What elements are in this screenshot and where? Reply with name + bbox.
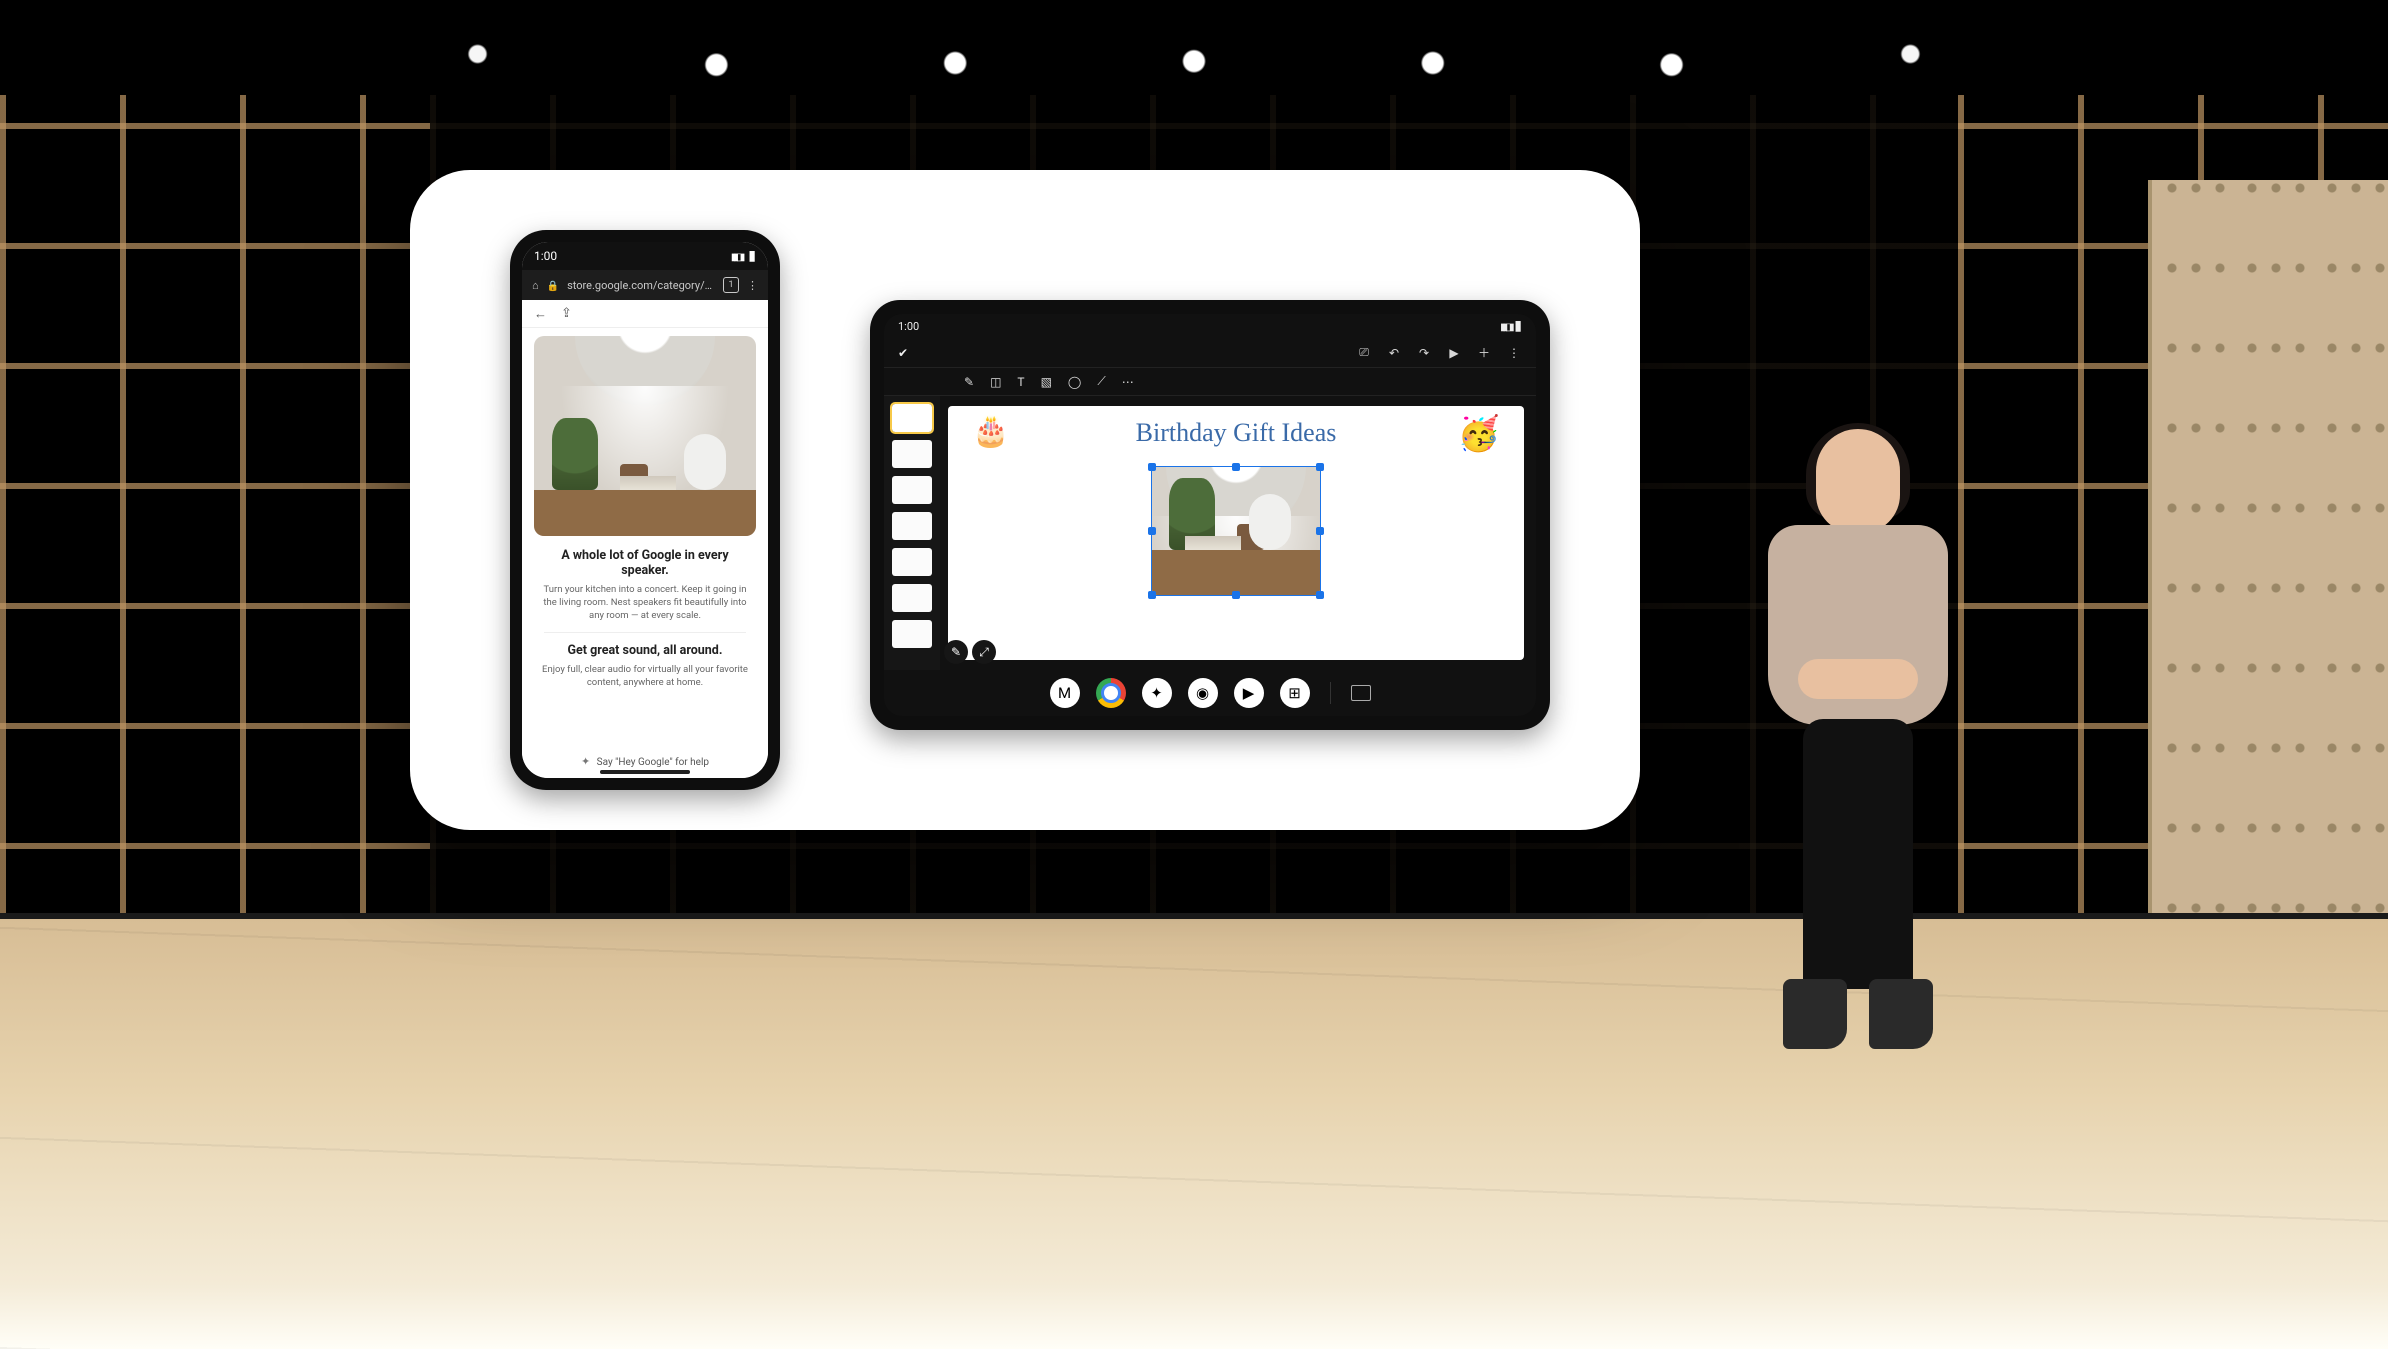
slide-thumb[interactable] bbox=[892, 404, 932, 432]
all-apps-icon[interactable]: ⊞ bbox=[1280, 678, 1310, 708]
line-icon[interactable] bbox=[1097, 374, 1105, 389]
tablet-status-bar: 1:00 bbox=[884, 314, 1536, 338]
tablet-mockup: 1:00 bbox=[870, 300, 1550, 730]
add-slide-icon[interactable] bbox=[1476, 344, 1492, 361]
shape-icon[interactable] bbox=[1068, 375, 1081, 389]
dock-separator bbox=[1330, 682, 1331, 704]
product-sub2: Enjoy full, clear audio for virtually al… bbox=[540, 664, 750, 690]
handwriting-icon[interactable]: ✎ bbox=[944, 640, 968, 664]
product-headline: A whole lot of Google in every speaker. bbox=[540, 548, 750, 578]
home-icon[interactable]: ⌂ bbox=[532, 279, 539, 292]
camera-icon[interactable]: ◉ bbox=[1188, 678, 1218, 708]
product-headline2: Get great sound, all around. bbox=[540, 643, 750, 658]
tablet-screen: 1:00 bbox=[884, 314, 1536, 716]
stage-lights bbox=[0, 0, 2388, 90]
gmail-icon[interactable]: M bbox=[1050, 678, 1080, 708]
cast-icon[interactable] bbox=[1356, 345, 1372, 360]
textbox-icon[interactable] bbox=[1017, 375, 1024, 389]
back-icon[interactable]: ← bbox=[534, 306, 547, 322]
browser-url-bar[interactable]: ⌂ store.google.com/category/nest... 1 bbox=[522, 270, 768, 300]
lock-icon bbox=[547, 279, 559, 292]
slide-thumb[interactable] bbox=[892, 476, 932, 504]
presenter bbox=[1758, 429, 1958, 1049]
assistant-hint[interactable]: Say "Hey Google" for help bbox=[522, 755, 768, 768]
slide-thumb[interactable] bbox=[892, 620, 932, 648]
more-tools-icon[interactable] bbox=[1122, 375, 1134, 389]
recent-app-icon[interactable] bbox=[1351, 685, 1371, 701]
signal-icon bbox=[1500, 320, 1511, 333]
pen-icon[interactable] bbox=[964, 375, 974, 389]
redo-icon[interactable] bbox=[1416, 346, 1432, 360]
undo-icon[interactable] bbox=[1386, 346, 1402, 360]
canvas-fab-tools: ✎ ⤢ bbox=[944, 640, 996, 664]
select-icon[interactable] bbox=[990, 375, 1001, 389]
tabs-icon[interactable]: 1 bbox=[723, 277, 739, 293]
slide-thumb[interactable] bbox=[892, 584, 932, 612]
present-icon[interactable] bbox=[1446, 346, 1462, 360]
battery-icon bbox=[1514, 318, 1522, 334]
tablet-clock: 1:00 bbox=[898, 320, 919, 333]
slide-canvas[interactable]: 🎂 🥳 Birthday Gift Ideas bbox=[948, 406, 1524, 660]
phone-mockup: 1:00 ⌂ store.google.com/category/nest...… bbox=[510, 230, 780, 790]
phone-screen: 1:00 ⌂ store.google.com/category/nest...… bbox=[522, 242, 768, 778]
acoustic-panel bbox=[2148, 180, 2388, 940]
slide-thumb[interactable] bbox=[892, 440, 932, 468]
url-text[interactable]: store.google.com/category/nest... bbox=[567, 279, 715, 292]
done-icon[interactable] bbox=[898, 346, 908, 360]
product-hero-image bbox=[534, 336, 756, 536]
assistant-icon bbox=[581, 757, 594, 768]
assistant-hint-text: Say "Hey Google" for help bbox=[597, 757, 709, 768]
stage-edge bbox=[0, 913, 2388, 919]
browser-overflow-icon[interactable] bbox=[747, 279, 758, 292]
divider bbox=[544, 632, 746, 633]
phone-clock: 1:00 bbox=[534, 249, 557, 263]
chrome-icon[interactable] bbox=[1096, 678, 1126, 708]
youtube-icon[interactable]: ▶ bbox=[1234, 678, 1264, 708]
lattice-left bbox=[0, 95, 430, 969]
stage-photo: 1:00 ⌂ store.google.com/category/nest...… bbox=[0, 0, 2388, 1349]
presentation-slide: 1:00 ⌂ store.google.com/category/nest...… bbox=[410, 170, 1640, 830]
slide-thumb[interactable] bbox=[892, 512, 932, 540]
insert-image-icon[interactable] bbox=[1041, 375, 1052, 389]
signal-icon bbox=[731, 249, 742, 263]
product-sub1: Turn your kitchen into a concert. Keep i… bbox=[540, 584, 750, 622]
app-action-bar bbox=[884, 338, 1536, 368]
tablet-dock: M ✦ ◉ ▶ ⊞ bbox=[884, 670, 1536, 716]
pasted-image[interactable] bbox=[1151, 466, 1321, 596]
slide-thumb[interactable] bbox=[892, 548, 932, 576]
assistant-icon[interactable]: ✦ bbox=[1142, 678, 1172, 708]
gesture-bar[interactable] bbox=[600, 770, 690, 774]
battery-icon bbox=[748, 248, 756, 264]
slide-thumbnails[interactable] bbox=[884, 396, 940, 670]
zoom-icon[interactable]: ⤢ bbox=[972, 640, 996, 664]
editor-toolbar bbox=[884, 368, 1536, 396]
browser-toolbar: ← ⇪ bbox=[522, 300, 768, 328]
share-icon[interactable]: ⇪ bbox=[561, 306, 572, 321]
page-body[interactable]: A whole lot of Google in every speaker. … bbox=[522, 328, 768, 778]
stage-floor bbox=[0, 919, 2388, 1349]
overflow-icon[interactable] bbox=[1506, 346, 1522, 360]
phone-status-bar: 1:00 bbox=[522, 242, 768, 270]
slide-title[interactable]: Birthday Gift Ideas bbox=[948, 418, 1524, 448]
